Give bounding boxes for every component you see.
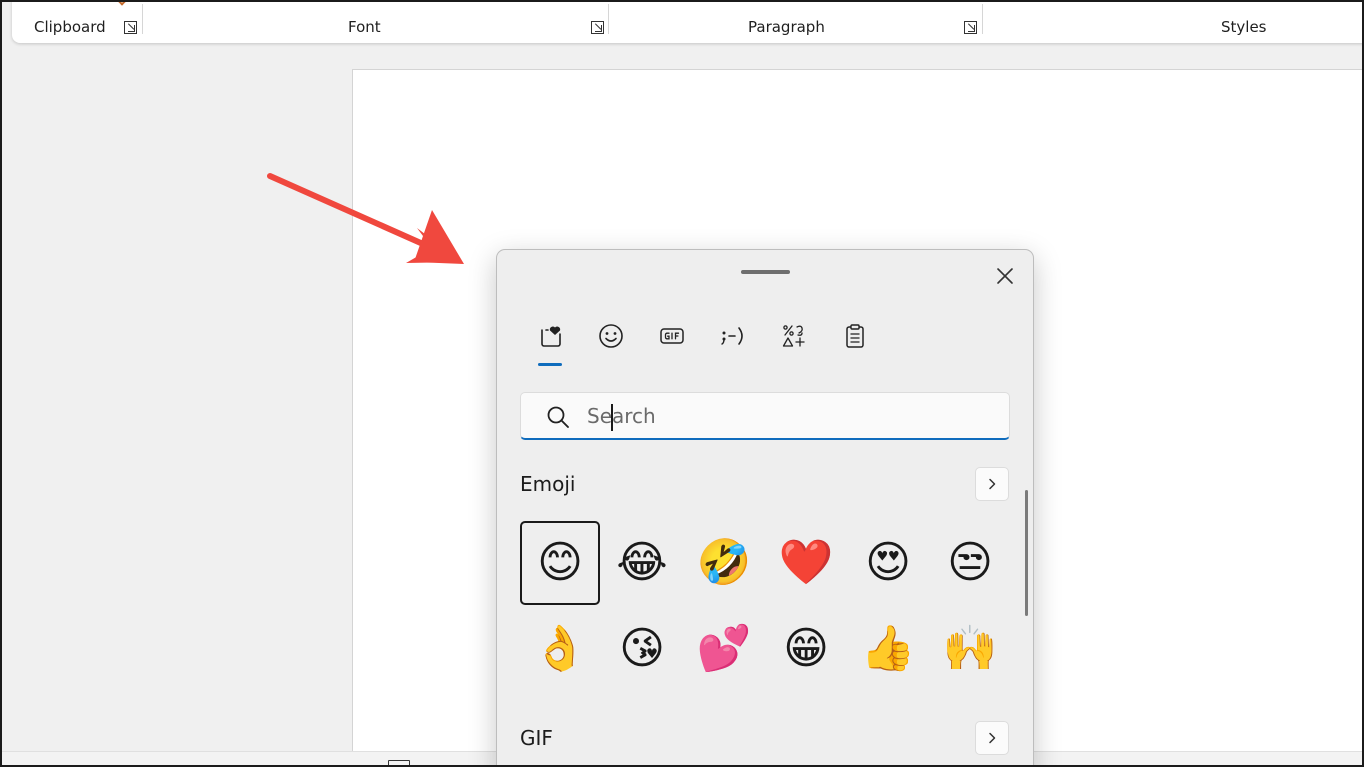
gif-see-more-button[interactable] bbox=[975, 721, 1009, 755]
emoji-two-hearts[interactable]: 💕 bbox=[684, 607, 764, 691]
close-button[interactable] bbox=[991, 262, 1019, 290]
ribbon: Clipboard Font Paragraph Styles bbox=[12, 0, 1364, 43]
emoji-see-more-button[interactable] bbox=[975, 467, 1009, 501]
emoji-tears-of-joy[interactable]: 😂 bbox=[602, 521, 682, 605]
scrollbar-thumb[interactable] bbox=[1025, 490, 1028, 616]
accessibility-icon[interactable] bbox=[388, 760, 410, 767]
emoji-heart-eyes[interactable]: 😍 bbox=[848, 521, 928, 605]
emoji-red-heart[interactable]: ❤️ bbox=[766, 521, 846, 605]
ribbon-group-label: Paragraph bbox=[748, 18, 825, 36]
kaomoji-icon bbox=[721, 327, 743, 345]
ribbon-group-paragraph: Paragraph bbox=[609, 0, 982, 36]
section-title-gif: GIF bbox=[520, 726, 553, 750]
gif-icon bbox=[660, 328, 684, 344]
annotation-arrow-icon bbox=[267, 173, 464, 264]
chevron-right-icon bbox=[989, 478, 996, 490]
ribbon-group-font: Font bbox=[143, 0, 608, 36]
symbols-icon bbox=[782, 325, 805, 347]
tab-favorites[interactable] bbox=[526, 314, 574, 358]
tab-emoji[interactable] bbox=[587, 314, 635, 358]
emoji-panel: Emoji 😊 😂 🤣 ❤️ 😍 😒 👌 😘 💕 😁 👍 🙌 GIF bbox=[496, 249, 1034, 767]
ribbon-group-styles: Styles bbox=[983, 0, 1363, 36]
ribbon-group-clipboard: Clipboard bbox=[12, 0, 142, 36]
smiley-icon bbox=[599, 324, 623, 348]
ribbon-group-label: Clipboard bbox=[34, 18, 106, 36]
ribbon-group-label: Styles bbox=[1221, 18, 1267, 36]
clipboard-dialog-launcher-icon[interactable] bbox=[124, 21, 137, 34]
emoji-grinning[interactable]: 😁 bbox=[766, 607, 846, 691]
favorites-heart-icon bbox=[541, 326, 561, 347]
active-tab-indicator bbox=[538, 363, 562, 366]
section-title-emoji: Emoji bbox=[520, 472, 576, 496]
paragraph-dialog-launcher-icon[interactable] bbox=[964, 21, 977, 34]
tab-clipboard-history[interactable] bbox=[831, 314, 879, 358]
tab-symbols[interactable] bbox=[770, 314, 818, 358]
tab-gif[interactable] bbox=[648, 314, 696, 358]
drag-handle[interactable] bbox=[741, 270, 790, 274]
clipboard-history-icon bbox=[846, 324, 864, 348]
emoji-thumbs-up[interactable]: 👍 bbox=[848, 607, 928, 691]
search-icon bbox=[547, 406, 569, 428]
emoji-rolling-laughing[interactable]: 🤣 bbox=[684, 521, 764, 605]
ribbon-group-label: Font bbox=[348, 18, 381, 36]
search-input[interactable] bbox=[587, 401, 987, 431]
emoji-raising-hands[interactable]: 🙌 bbox=[930, 607, 1010, 691]
emoji-ok-hand[interactable]: 👌 bbox=[520, 607, 600, 691]
emoji-blowing-kiss[interactable]: 😘 bbox=[602, 607, 682, 691]
chevron-right-icon bbox=[989, 732, 996, 744]
emoji-smiling[interactable]: 😊 bbox=[520, 521, 600, 605]
search-box[interactable] bbox=[520, 392, 1010, 440]
emoji-unamused[interactable]: 😒 bbox=[930, 521, 1010, 605]
tab-kaomoji[interactable] bbox=[709, 314, 757, 358]
font-dialog-launcher-icon[interactable] bbox=[591, 21, 604, 34]
close-icon bbox=[997, 268, 1013, 284]
